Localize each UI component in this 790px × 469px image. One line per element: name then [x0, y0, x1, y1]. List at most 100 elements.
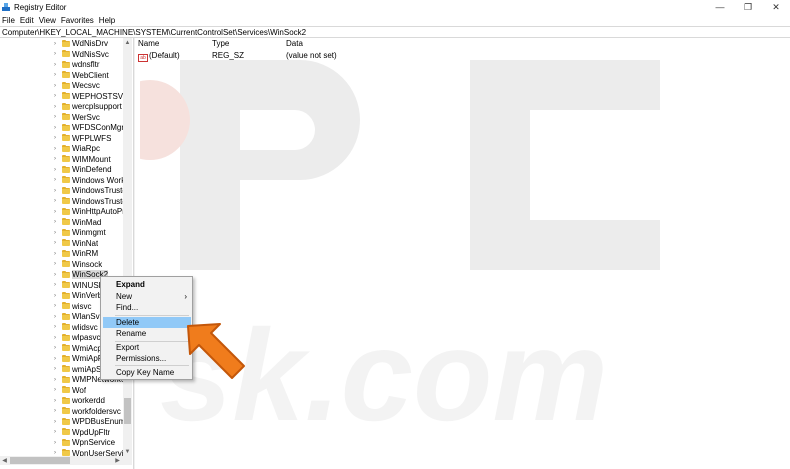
tree-item[interactable]: › Windows Work [52, 175, 124, 186]
value-row[interactable]: ab (Default) REG_SZ (value not set) [135, 50, 790, 62]
menu-favorites[interactable]: Favorites [61, 16, 94, 25]
chevron-right-icon[interactable]: › [52, 146, 58, 152]
tree-item[interactable]: › WPDBusEnum [52, 417, 124, 428]
scroll-right-icon[interactable]: ▶ [113, 456, 122, 465]
tree-item[interactable]: › Winsock [52, 259, 102, 270]
menu-item-copy-key-name[interactable]: Copy Key Name [103, 367, 191, 378]
tree-item[interactable]: › WFDSConMgrS [52, 123, 124, 134]
tree-item[interactable]: › WEPHOSTSVC [52, 91, 124, 102]
menu-item-permissions[interactable]: Permissions... [103, 353, 191, 364]
menu-file[interactable]: File [2, 16, 15, 25]
column-header-data[interactable]: Data [286, 39, 303, 49]
chevron-right-icon[interactable]: › [52, 62, 58, 68]
chevron-right-icon[interactable]: › [52, 282, 58, 288]
maximize-button[interactable]: ❐ [734, 0, 762, 14]
tree-item[interactable]: › Winmgmt [52, 228, 106, 239]
hscroll-thumb[interactable] [10, 457, 70, 464]
chevron-right-icon[interactable]: › [52, 83, 58, 89]
menu-help[interactable]: Help [99, 16, 115, 25]
chevron-right-icon[interactable]: › [52, 261, 58, 267]
chevron-right-icon[interactable]: › [52, 188, 58, 194]
chevron-right-icon[interactable]: › [52, 387, 58, 393]
tree-item[interactable]: › WdNisSvc [52, 49, 109, 60]
tree-horizontal-scrollbar[interactable]: ◀ ▶ [0, 456, 132, 465]
scroll-thumb[interactable] [124, 398, 131, 424]
chevron-right-icon[interactable]: › [52, 135, 58, 141]
minimize-button[interactable]: — [706, 0, 734, 14]
tree-vertical-scrollbar[interactable]: ▲ ▼ [123, 38, 132, 456]
chevron-right-icon[interactable]: › [52, 209, 58, 215]
menu-item-find[interactable]: Find... [103, 302, 191, 313]
chevron-right-icon[interactable]: › [52, 104, 58, 110]
tree-item[interactable]: › WinMad [52, 217, 101, 228]
chevron-right-icon[interactable]: › [52, 167, 58, 173]
chevron-right-icon[interactable]: › [52, 230, 58, 236]
chevron-right-icon[interactable]: › [52, 345, 58, 351]
chevron-right-icon[interactable]: › [52, 198, 58, 204]
tree-item[interactable]: › WpnService [52, 438, 115, 449]
tree-item[interactable]: › WlanSvc [52, 312, 104, 323]
menu-item-new[interactable]: New › [103, 291, 191, 302]
tree-item[interactable]: › WerSvc [52, 112, 100, 123]
chevron-right-icon[interactable]: › [52, 251, 58, 257]
tree-item[interactable]: › wdnsfltr [52, 60, 100, 71]
menu-item-expand[interactable]: Expand [103, 279, 191, 290]
close-button[interactable]: ✕ [762, 0, 790, 14]
chevron-right-icon[interactable]: › [52, 219, 58, 225]
tree-item[interactable]: › WINUSB [52, 280, 104, 291]
tree-item[interactable]: › wlidsvc [52, 322, 98, 333]
tree-item[interactable]: › wlpasvc [52, 333, 100, 344]
chevron-right-icon[interactable]: › [52, 156, 58, 162]
chevron-right-icon[interactable]: › [52, 41, 58, 47]
chevron-right-icon[interactable]: › [52, 303, 58, 309]
tree-item[interactable]: › WebClient [52, 70, 109, 81]
chevron-right-icon[interactable]: › [52, 366, 58, 372]
column-header-name[interactable]: Name [138, 39, 159, 49]
tree-item[interactable]: › wercplsupport [52, 102, 122, 113]
menu-edit[interactable]: Edit [20, 16, 34, 25]
chevron-right-icon[interactable]: › [52, 419, 58, 425]
chevron-right-icon[interactable]: › [52, 240, 58, 246]
chevron-right-icon[interactable]: › [52, 177, 58, 183]
chevron-right-icon[interactable]: › [52, 114, 58, 120]
menu-item-export[interactable]: Export [103, 342, 191, 353]
chevron-right-icon[interactable]: › [52, 324, 58, 330]
chevron-right-icon[interactable]: › [52, 429, 58, 435]
tree-item[interactable]: › WiaRpc [52, 144, 100, 155]
chevron-right-icon[interactable]: › [52, 293, 58, 299]
chevron-right-icon[interactable]: › [52, 440, 58, 446]
column-header-type[interactable]: Type [212, 39, 229, 49]
tree-item[interactable]: › WindowsTruste [52, 186, 124, 197]
menu-item-delete[interactable]: Delete [103, 317, 191, 328]
tree-item[interactable]: › WinHttpAutoPr [52, 207, 124, 218]
menu-item-rename[interactable]: Rename [103, 328, 191, 339]
tree-item[interactable]: › WinDefend [52, 165, 112, 176]
tree-item[interactable]: › WIMMount [52, 154, 111, 165]
chevron-right-icon[interactable]: › [52, 314, 58, 320]
tree-item[interactable]: › WdNisDrv [52, 39, 108, 50]
chevron-right-icon[interactable]: › [52, 335, 58, 341]
chevron-right-icon[interactable]: › [52, 125, 58, 131]
tree-item[interactable]: › WpdUpFltr [52, 427, 110, 438]
chevron-right-icon[interactable]: › [52, 377, 58, 383]
chevron-right-icon[interactable]: › [52, 356, 58, 362]
tree-item[interactable]: › WinRM [52, 249, 98, 260]
chevron-right-icon[interactable]: › [52, 93, 58, 99]
scroll-left-icon[interactable]: ◀ [0, 456, 9, 465]
chevron-right-icon[interactable]: › [52, 72, 58, 78]
chevron-right-icon[interactable]: › [52, 51, 58, 57]
address-bar[interactable]: Computer\HKEY_LOCAL_MACHINE\SYSTEM\Curre… [0, 26, 790, 38]
chevron-right-icon[interactable]: › [52, 272, 58, 278]
tree-item[interactable]: › Wecsvc [52, 81, 100, 92]
tree-item[interactable]: › workerdd [52, 396, 105, 407]
scroll-up-icon[interactable]: ▲ [123, 38, 132, 47]
chevron-right-icon[interactable]: › [52, 408, 58, 414]
chevron-right-icon[interactable]: › [52, 398, 58, 404]
tree-item[interactable]: › wisvc [52, 301, 92, 312]
scroll-down-icon[interactable]: ▼ [123, 447, 132, 456]
tree-item[interactable]: › WindowsTruste [52, 196, 124, 207]
tree-item[interactable]: › WinNat [52, 238, 98, 249]
tree-item[interactable]: › WinVerb [52, 291, 102, 302]
tree-item[interactable]: › WFPLWFS [52, 133, 111, 144]
tree-item[interactable]: › Wof [52, 385, 86, 396]
